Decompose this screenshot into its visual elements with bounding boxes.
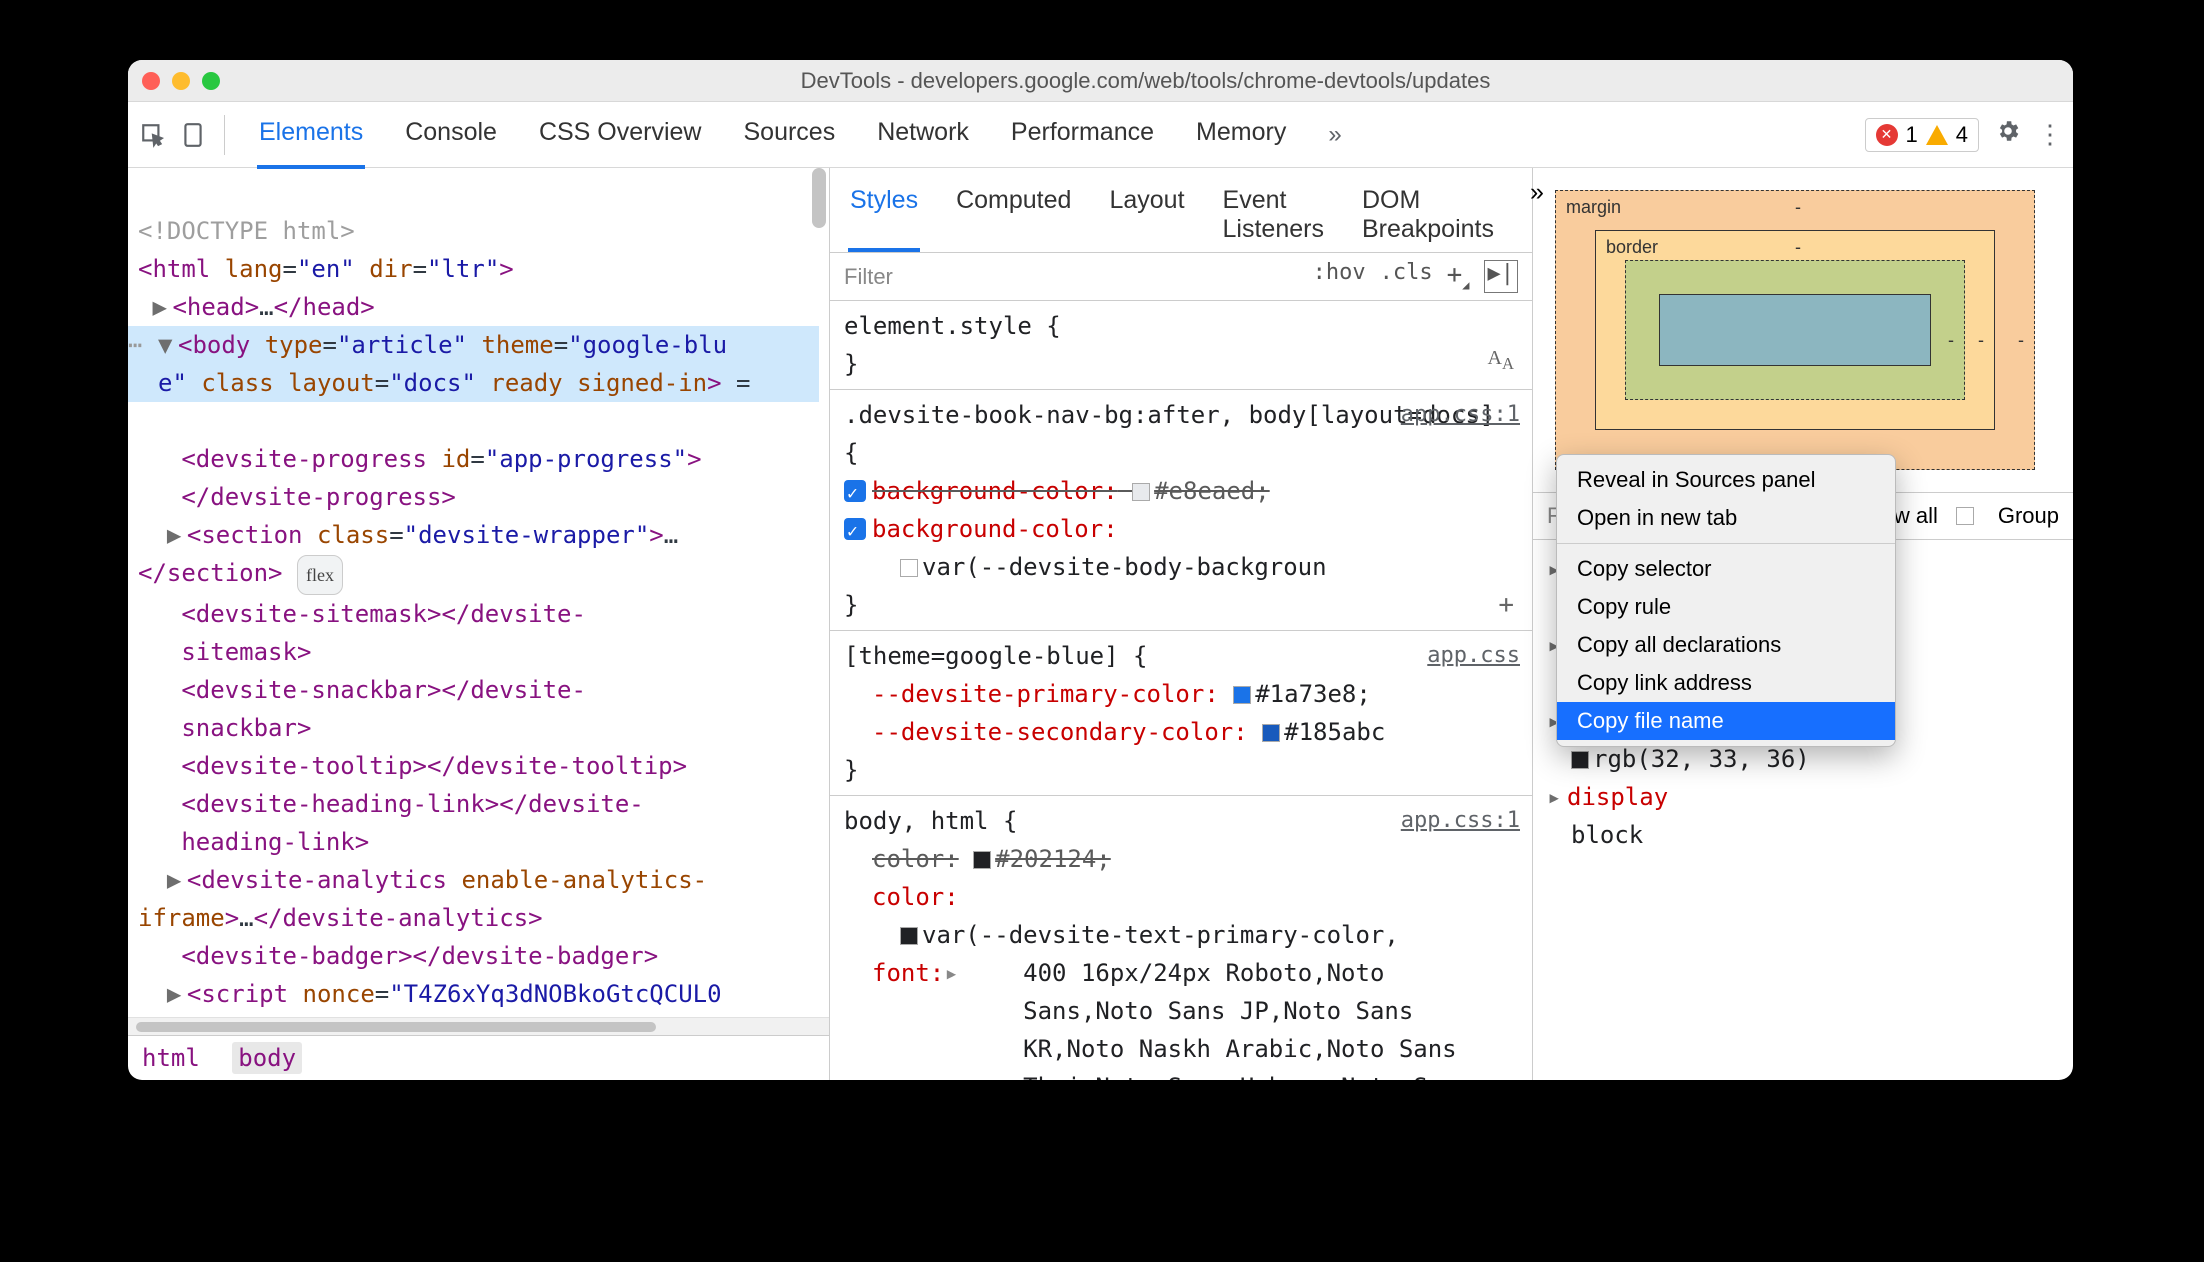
tab-memory[interactable]: Memory — [1194, 100, 1288, 169]
ctx-copy-link[interactable]: Copy link address — [1557, 664, 1895, 702]
flex-badge[interactable]: flex — [297, 555, 343, 595]
tab-css-overview[interactable]: CSS Overview — [537, 100, 704, 169]
source-link[interactable]: app.css:1 — [1401, 396, 1520, 434]
ctx-copy-declarations[interactable]: Copy all declarations — [1557, 626, 1895, 664]
window-controls — [142, 72, 220, 90]
overflow-tabs-icon[interactable]: » — [1328, 121, 1341, 149]
tab-styles[interactable]: Styles — [848, 178, 920, 252]
ctx-copy-selector[interactable]: Copy selector — [1557, 550, 1895, 588]
device-icon[interactable] — [178, 120, 208, 150]
styles-filter-input[interactable]: Filter — [830, 264, 1299, 290]
ctx-copy-file-name[interactable]: Copy file name — [1557, 702, 1895, 740]
context-menu: Reveal in Sources panel Open in new tab … — [1556, 454, 1896, 747]
minimize-icon[interactable] — [172, 72, 190, 90]
checkbox-icon[interactable] — [844, 480, 866, 502]
new-rule-button[interactable]: +◢ — [1447, 260, 1470, 292]
elements-panel: <!DOCTYPE html> <html lang="en" dir="ltr… — [128, 168, 830, 1080]
titlebar: DevTools - developers.google.com/web/too… — [128, 60, 2073, 102]
group-checkbox[interactable] — [1956, 507, 1974, 525]
tab-layout[interactable]: Layout — [1107, 178, 1186, 252]
expand-icon[interactable]: ▶ — [152, 288, 172, 326]
dom-selected-body[interactable]: ▼<body type="article" theme="google-blu … — [128, 326, 819, 402]
styles-tabs: Styles Computed Layout Event Listeners D… — [830, 168, 1532, 253]
styles-filter-row: Filter :hov .cls +◢ ▶| — [830, 253, 1532, 301]
hov-toggle[interactable]: :hov — [1313, 260, 1366, 292]
tab-event-listeners[interactable]: Event Listeners — [1221, 178, 1326, 252]
crumb-html[interactable]: html — [142, 1044, 200, 1072]
tab-computed[interactable]: Computed — [954, 178, 1073, 252]
issues-badge[interactable]: ✕ 1 4 — [1865, 118, 1980, 152]
styles-rules: element.style { } AA app.css:1 .devsite-… — [830, 301, 1532, 1080]
ctx-copy-rule[interactable]: Copy rule — [1557, 588, 1895, 626]
error-count: 1 — [1906, 122, 1918, 148]
main-tabs: Elements Console CSS Overview Sources Ne… — [257, 100, 1288, 169]
tab-console[interactable]: Console — [403, 100, 499, 169]
computed-prop[interactable]: ▸displayblock — [1547, 778, 2059, 854]
scrollbar-thumb[interactable] — [812, 168, 826, 228]
gear-icon[interactable] — [1995, 118, 2021, 151]
main-toolbar: Elements Console CSS Overview Sources Ne… — [128, 102, 2073, 168]
checkbox-icon[interactable] — [844, 518, 866, 540]
rule-element-style[interactable]: element.style { } AA — [830, 301, 1532, 390]
window-title: DevTools - developers.google.com/web/too… — [232, 68, 2059, 94]
cls-toggle[interactable]: .cls — [1380, 260, 1433, 292]
rule-body-html[interactable]: app.css:1 body, html { color: #202124; c… — [830, 796, 1532, 1080]
tab-dom-breakpoints[interactable]: DOM Breakpoints — [1360, 178, 1496, 252]
add-property-icon[interactable]: + — [1498, 586, 1514, 624]
zoom-icon[interactable] — [202, 72, 220, 90]
ctx-open-new-tab[interactable]: Open in new tab — [1557, 499, 1895, 537]
close-icon[interactable] — [142, 72, 160, 90]
tab-performance[interactable]: Performance — [1009, 100, 1156, 169]
kebab-icon[interactable]: ⋮ — [2037, 119, 2063, 150]
tab-sources[interactable]: Sources — [742, 100, 838, 169]
crumb-body[interactable]: body — [232, 1042, 302, 1074]
styles-panel: Styles Computed Layout Event Listeners D… — [830, 168, 1533, 1080]
dom-doctype: <!DOCTYPE html> — [138, 217, 355, 245]
toggle-sidebar-icon[interactable]: ▶| — [1484, 260, 1519, 292]
font-icon[interactable]: AA — [1488, 339, 1514, 383]
h-scrollbar[interactable] — [128, 1017, 829, 1035]
breadcrumb: html body — [128, 1035, 829, 1080]
dom-html[interactable]: <html lang="en" dir="ltr"> — [138, 255, 514, 283]
warning-count: 4 — [1956, 122, 1968, 148]
ctx-reveal-sources[interactable]: Reveal in Sources panel — [1557, 461, 1895, 499]
tab-network[interactable]: Network — [875, 100, 971, 169]
box-model[interactable]: margin - - - border - - - — [1533, 168, 2073, 492]
devtools-window: DevTools - developers.google.com/web/too… — [128, 60, 2073, 1080]
dom-tree[interactable]: <!DOCTYPE html> <html lang="en" dir="ltr… — [128, 168, 829, 1017]
tab-elements[interactable]: Elements — [257, 100, 365, 169]
rule-book-nav[interactable]: app.css:1 .devsite-book-nav-bg:after, bo… — [830, 390, 1532, 631]
inspect-icon[interactable] — [138, 120, 168, 150]
warning-icon — [1926, 125, 1948, 145]
rule-theme-blue[interactable]: app.css [theme=google-blue] { --devsite-… — [830, 631, 1532, 796]
error-icon: ✕ — [1876, 124, 1898, 146]
